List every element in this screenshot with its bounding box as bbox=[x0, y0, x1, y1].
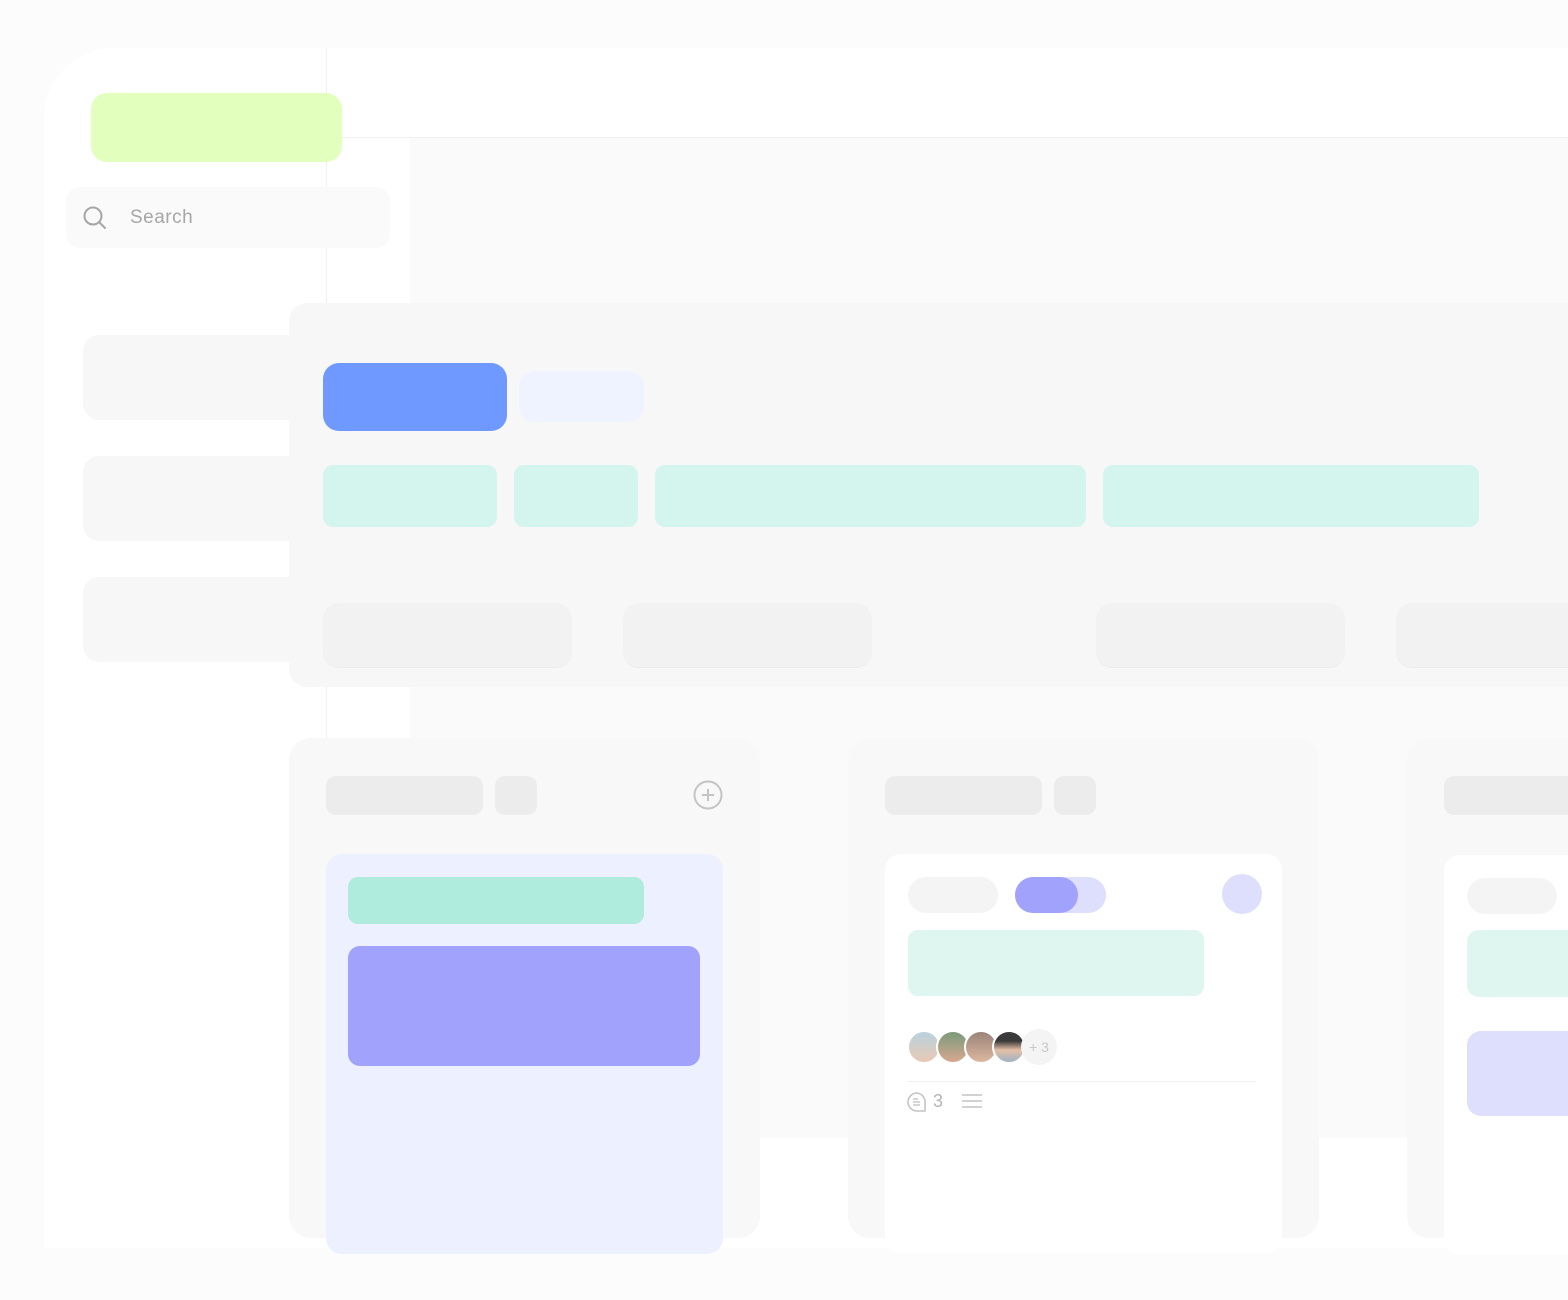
card-title-placeholder bbox=[348, 877, 644, 924]
secondary-button[interactable] bbox=[519, 371, 644, 422]
comment-icon bbox=[907, 1092, 926, 1112]
column-count bbox=[1054, 776, 1096, 815]
column-title bbox=[885, 776, 1042, 815]
filter-field-2[interactable] bbox=[623, 603, 872, 668]
filter-field-1[interactable] bbox=[323, 603, 572, 668]
card-tag bbox=[1467, 878, 1557, 914]
search-icon bbox=[83, 206, 106, 229]
card-title-placeholder bbox=[908, 930, 1204, 996]
card-title-placeholder bbox=[1467, 930, 1568, 997]
progress-fill bbox=[1015, 877, 1078, 913]
primary-button[interactable] bbox=[323, 363, 507, 431]
search-input[interactable]: Search bbox=[66, 187, 390, 248]
filter-field-4[interactable] bbox=[1396, 603, 1568, 668]
sidebar-item-3[interactable] bbox=[83, 577, 323, 662]
card-image-placeholder bbox=[348, 946, 700, 1066]
menu-lines-icon bbox=[962, 1094, 982, 1108]
card-divider bbox=[908, 1081, 1256, 1082]
column-title bbox=[1444, 776, 1568, 815]
filter-chip-2[interactable] bbox=[514, 465, 638, 527]
card-owner-avatar[interactable] bbox=[1222, 874, 1262, 914]
column-count bbox=[495, 776, 537, 815]
search-placeholder: Search bbox=[130, 206, 194, 228]
filter-field-3[interactable] bbox=[1096, 603, 1345, 668]
card-image-placeholder bbox=[1467, 1031, 1568, 1116]
comments-count: 3 bbox=[933, 1091, 944, 1111]
filter-chip-3[interactable] bbox=[655, 465, 1086, 527]
sidebar-item-1[interactable] bbox=[83, 335, 323, 420]
sidebar-item-2[interactable] bbox=[83, 456, 323, 541]
logo-placeholder[interactable] bbox=[91, 93, 342, 162]
column-title bbox=[326, 776, 483, 815]
filter-chip-4[interactable] bbox=[1103, 465, 1479, 527]
filter-chip-1[interactable] bbox=[323, 465, 497, 527]
assignees-overflow[interactable]: + 3 bbox=[1021, 1029, 1057, 1065]
plus-circle-icon[interactable] bbox=[693, 780, 723, 810]
card-tag bbox=[908, 877, 998, 913]
